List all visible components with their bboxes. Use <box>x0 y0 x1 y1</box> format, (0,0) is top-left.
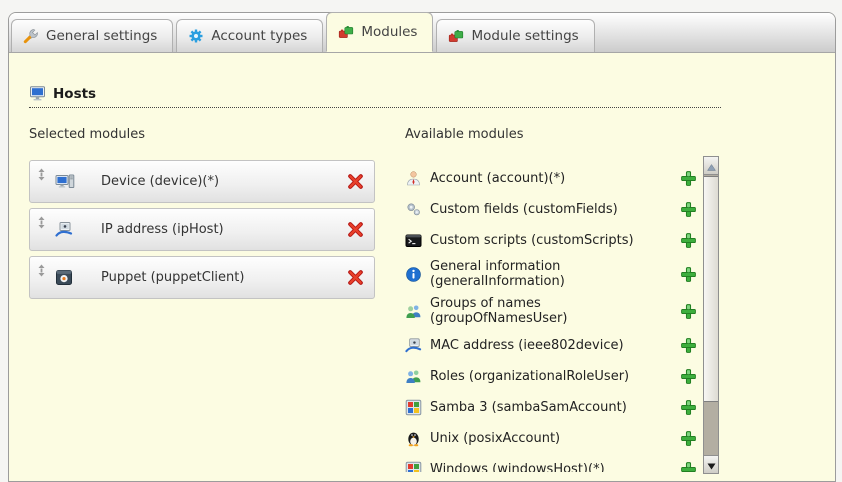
tab-label: Modules <box>361 24 417 40</box>
add-module-button[interactable] <box>680 201 697 218</box>
add-module-button[interactable] <box>680 368 697 385</box>
available-module-account: Account (account)(*) <box>405 166 697 190</box>
monitor-icon <box>29 85 46 102</box>
scroll-down-icon <box>707 455 716 474</box>
custom-fields-icon <box>405 201 422 218</box>
available-module-label: Roles (organizationalRoleUser) <box>430 369 665 384</box>
selected-module-puppet[interactable]: Puppet (puppetClient) <box>29 256 375 299</box>
device-icon <box>55 173 75 191</box>
scroll-up-button[interactable] <box>704 157 718 175</box>
scroll-down-button[interactable] <box>704 455 718 473</box>
section-header: Hosts <box>29 85 721 108</box>
modules-icon <box>448 28 464 44</box>
modules-icon <box>338 24 354 40</box>
available-module-custom-fields: Custom fields (customFields) <box>405 197 697 221</box>
windows-icon <box>405 461 422 473</box>
available-module-label: Samba 3 (sambaSamAccount) <box>430 400 665 415</box>
modules-tab-content: Hosts Selected modules Available modules… <box>9 53 835 481</box>
section-title: Hosts <box>53 86 96 102</box>
selected-module-label: IP address (ipHost) <box>101 222 224 237</box>
remove-module-button[interactable] <box>347 173 364 190</box>
tab-modules[interactable]: Modules <box>326 12 433 52</box>
unix-icon <box>405 430 422 447</box>
wrench-icon <box>23 28 39 44</box>
add-module-button[interactable] <box>680 461 697 473</box>
available-module-custom-scripts: Custom scripts (customScripts) <box>405 228 697 252</box>
selected-module-label: Device (device)(*) <box>101 174 219 189</box>
configuration-panel: General settings Account types Modules Modu… <box>8 12 836 482</box>
add-module-button[interactable] <box>680 430 697 447</box>
available-module-label: Groups of names (groupOfNamesUser) <box>430 296 665 326</box>
available-module-samba-3: Samba 3 (sambaSamAccount) <box>405 395 697 419</box>
available-modules-heading: Available modules <box>405 127 523 142</box>
available-module-label: General information (generalInformation) <box>430 259 665 289</box>
account-icon <box>405 170 422 187</box>
available-module-groups-of-names: Groups of names (groupOfNamesUser) <box>405 296 697 326</box>
custom-scripts-icon <box>405 232 422 249</box>
available-module-roles: Roles (organizationalRoleUser) <box>405 364 697 388</box>
drag-handle-icon[interactable] <box>37 168 46 181</box>
add-module-button[interactable] <box>680 170 697 187</box>
scrollbar[interactable] <box>703 156 719 474</box>
ip-address-icon <box>55 221 75 239</box>
add-module-button[interactable] <box>680 337 697 354</box>
scroll-up-icon <box>707 156 716 175</box>
available-module-label: Windows (windowsHost)(*) <box>430 462 665 473</box>
add-module-button[interactable] <box>680 232 697 249</box>
available-module-label: Custom scripts (customScripts) <box>430 233 665 248</box>
tab-label: General settings <box>46 28 157 44</box>
available-module-general-information: General information (generalInformation) <box>405 259 697 289</box>
tab-label: Account types <box>211 28 307 44</box>
available-module-label: MAC address (ieee802device) <box>430 338 665 353</box>
samba-icon <box>405 399 422 416</box>
tab-general-settings[interactable]: General settings <box>11 19 173 52</box>
available-module-windows: Windows (windowsHost)(*) <box>405 457 697 472</box>
info-icon <box>405 266 422 283</box>
roles-icon <box>405 368 422 385</box>
scrollbar-thumb[interactable] <box>704 176 718 402</box>
mac-address-icon <box>405 337 422 354</box>
available-modules-list: Account (account)(*) Custom fields (custo… <box>405 156 697 472</box>
remove-module-button[interactable] <box>347 269 364 286</box>
group-icon <box>405 303 422 320</box>
remove-module-button[interactable] <box>347 221 364 238</box>
add-module-button[interactable] <box>680 399 697 416</box>
available-module-label: Account (account)(*) <box>430 171 665 186</box>
tab-bar: General settings Account types Modules Modu… <box>9 13 835 53</box>
tab-account-types[interactable]: Account types <box>176 19 323 52</box>
selected-module-ip-address[interactable]: IP address (ipHost) <box>29 208 375 251</box>
selected-module-device[interactable]: Device (device)(*) <box>29 160 375 203</box>
drag-handle-icon[interactable] <box>37 216 46 229</box>
selected-modules-list: Device (device)(*) IP address (ipHost) Pup… <box>29 160 375 304</box>
add-module-button[interactable] <box>680 303 697 320</box>
available-module-label: Unix (posixAccount) <box>430 431 665 446</box>
drag-handle-icon[interactable] <box>37 264 46 277</box>
available-module-label: Custom fields (customFields) <box>430 202 665 217</box>
selected-modules-heading: Selected modules <box>29 127 145 142</box>
selected-module-label: Puppet (puppetClient) <box>101 270 244 285</box>
available-module-mac-address: MAC address (ieee802device) <box>405 333 697 357</box>
puppet-icon <box>55 269 75 287</box>
tab-module-settings[interactable]: Module settings <box>436 19 594 52</box>
tab-label: Module settings <box>471 28 578 44</box>
add-module-button[interactable] <box>680 266 697 283</box>
account-types-icon <box>188 28 204 44</box>
available-module-unix: Unix (posixAccount) <box>405 426 697 450</box>
